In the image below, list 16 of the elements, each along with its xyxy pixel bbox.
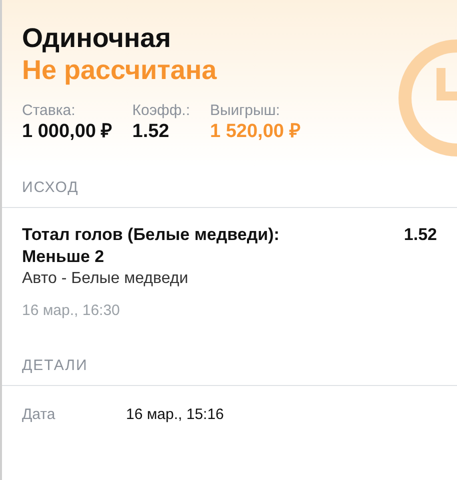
event-name: Авто - Белые медведи bbox=[22, 269, 190, 289]
detail-label: Дата bbox=[22, 405, 56, 425]
stat-label: Коэфф.: bbox=[132, 102, 190, 120]
event-time: 16 мар., 16:30 bbox=[22, 301, 121, 321]
bet-type: Одиночная bbox=[22, 22, 172, 54]
section-heading: ДЕТАЛИ bbox=[2, 346, 457, 386]
bet-status: Не рассчитана bbox=[22, 54, 218, 86]
detail-value: 16 мар., 15:16 bbox=[126, 405, 224, 425]
stat-value: 1.52 bbox=[132, 120, 170, 144]
stat-label: Ставка: bbox=[22, 102, 76, 120]
outcome-odds: 1.52 bbox=[404, 224, 437, 246]
section-heading: ИСХОД bbox=[2, 168, 457, 208]
stat-value: 1 520,00 ₽ bbox=[210, 120, 300, 144]
stat-value: 1 000,00 ₽ bbox=[22, 120, 112, 144]
outcome-title: Тотал голов (Белые медведи): Меньше 2 bbox=[22, 224, 280, 268]
stat-label: Выигрыш: bbox=[210, 102, 281, 120]
